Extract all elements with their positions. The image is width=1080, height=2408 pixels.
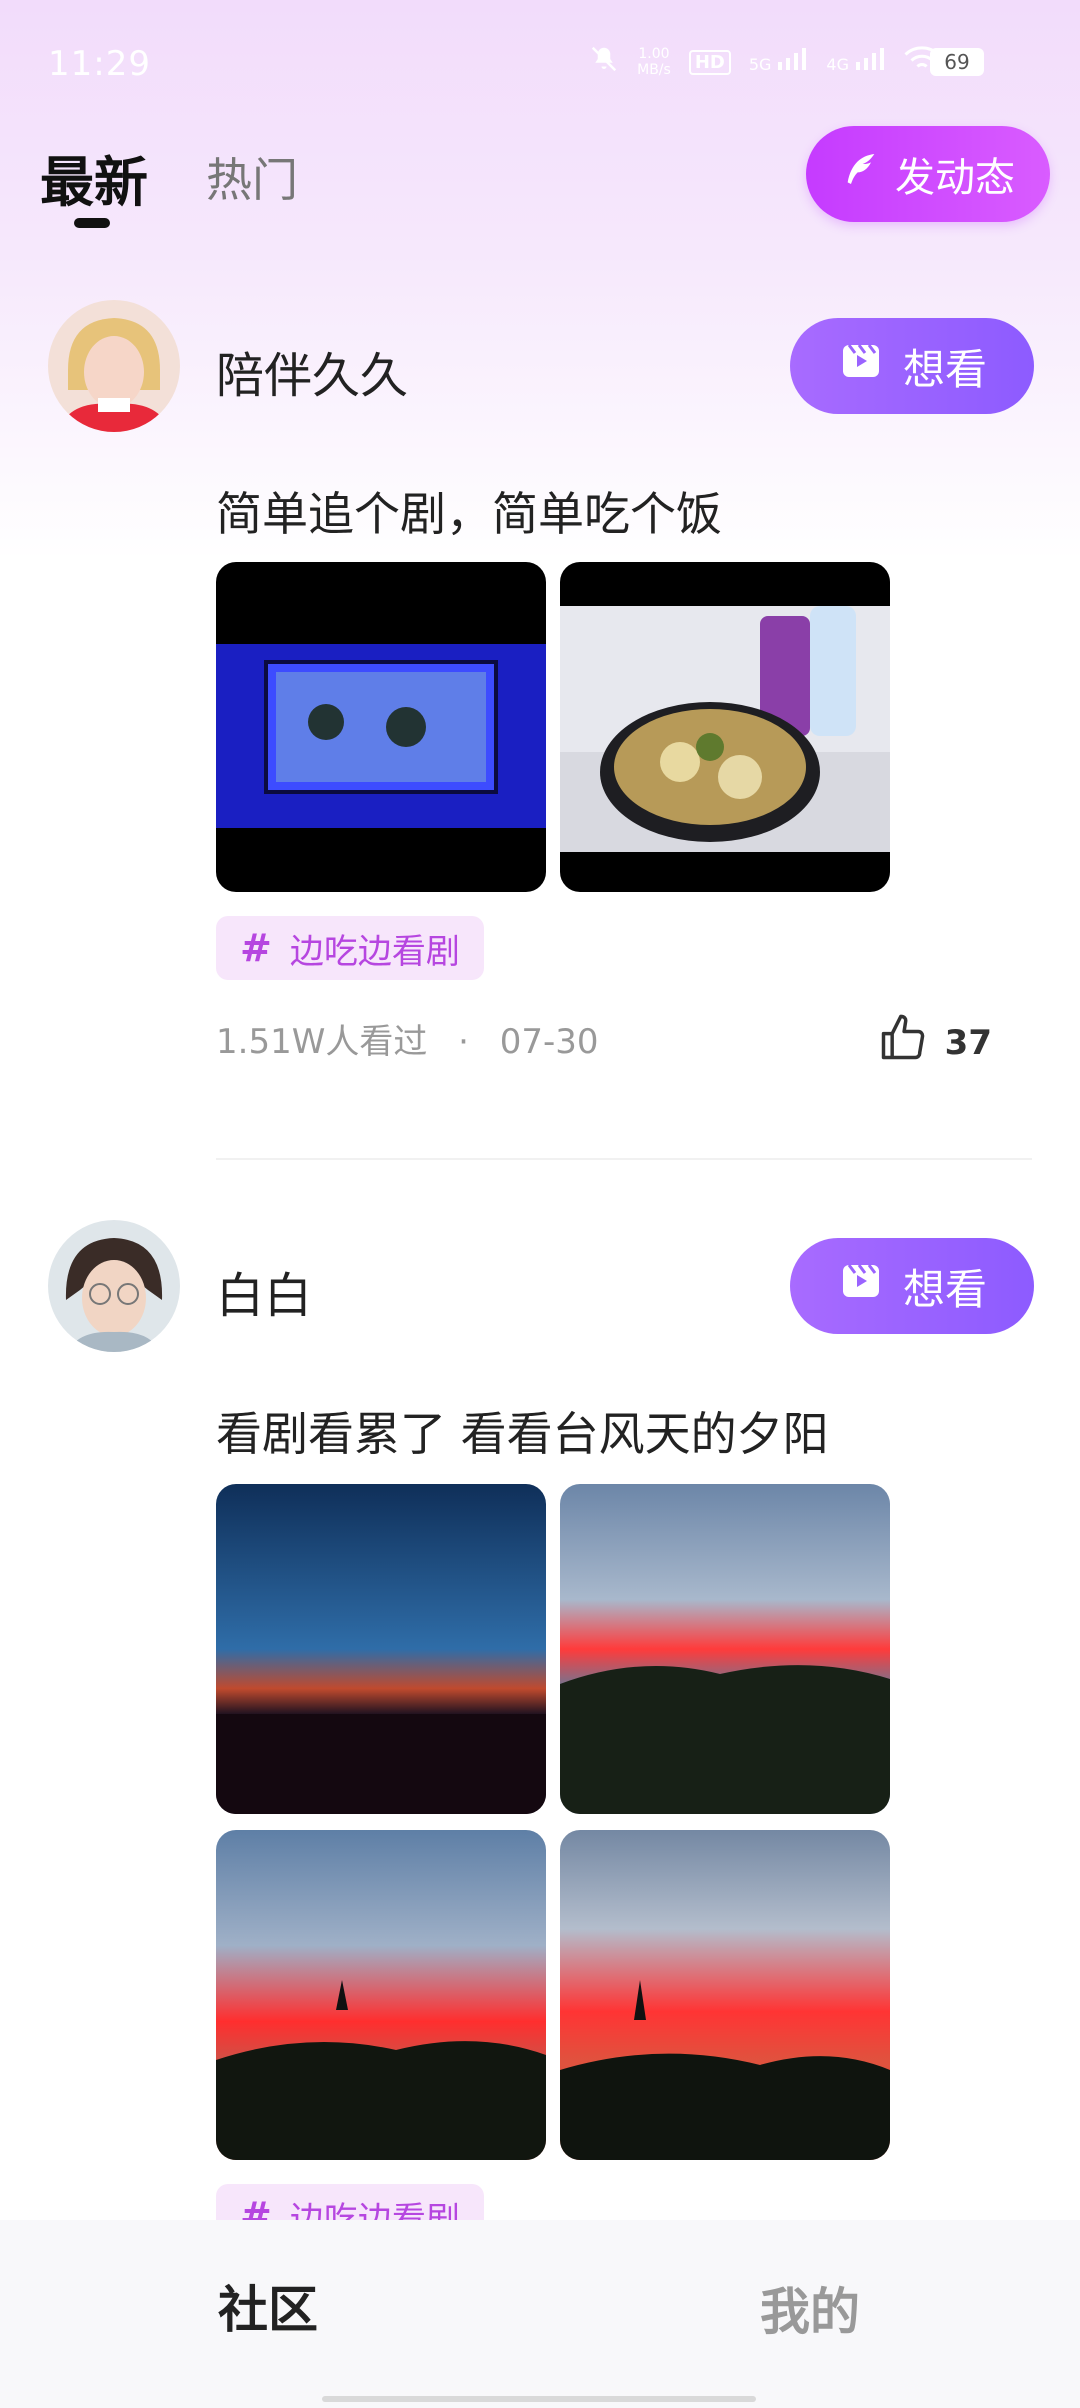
want-to-watch-button[interactable]: 想看 (790, 318, 1034, 414)
net-speed: 1.00 MB/s (637, 46, 671, 78)
username[interactable]: 白白 (216, 1256, 312, 1326)
tab-latest[interactable]: 最新 (40, 138, 148, 217)
post-date: 07-30 (499, 1022, 599, 1062)
post-button-label: 发动态 (895, 155, 1015, 201)
meta-separator: · (458, 1022, 469, 1062)
hashtag-icon: # (240, 926, 272, 970)
post-button[interactable]: 发动态 (806, 126, 1050, 222)
username[interactable]: 陪伴久久 (216, 336, 408, 406)
bottom-nav: 社区 我的 (0, 2220, 1080, 2408)
avatar[interactable] (48, 1220, 180, 1352)
nav-mine[interactable]: 我的 (760, 2272, 860, 2344)
status-bar: 11:29 1.00 MB/s HD 5G 4G 69 (0, 0, 1080, 130)
want-to-watch-button[interactable]: 想看 (790, 1238, 1034, 1334)
signal-4g-icon: 4G (826, 48, 886, 76)
post-caption: 看剧看累了 看看台风天的夕阳 (216, 1407, 829, 1461)
net-speed-unit: MB/s (637, 62, 671, 78)
view-count: 1.51W人看过 (216, 1022, 428, 1062)
post-image-sunset[interactable] (560, 1484, 890, 1814)
post-meta: 1.51W人看过 · 07-30 (216, 1014, 599, 1063)
status-icons: 1.00 MB/s HD 5G 4G (589, 44, 940, 80)
net-speed-value: 1.00 (638, 46, 670, 62)
post-image-sunset[interactable] (216, 1484, 546, 1814)
feather-icon (841, 149, 881, 199)
tab-hot[interactable]: 热门 (206, 144, 298, 210)
post-divider (216, 1158, 1032, 1160)
avatar[interactable] (48, 300, 180, 432)
clapperboard-icon (837, 337, 885, 395)
want-button-label: 想看 (902, 344, 987, 394)
active-tab-indicator (74, 218, 110, 228)
battery-icon: 69 (930, 48, 984, 76)
sim1-label: 5G (748, 55, 772, 74)
like-button[interactable]: 37 (877, 1012, 992, 1073)
post-image-food[interactable] (560, 562, 890, 892)
like-count: 37 (944, 1022, 992, 1063)
clapperboard-icon (837, 1257, 885, 1315)
status-time: 11:29 (48, 44, 151, 84)
post-caption: 简单追个剧，简单吃个饭 (216, 487, 722, 541)
mute-icon (589, 44, 619, 80)
post-image-sunset[interactable] (216, 1830, 546, 2160)
post-image-tv[interactable] (216, 562, 546, 892)
post-image-sunset[interactable] (560, 1830, 890, 2160)
thumbs-up-icon (877, 1012, 929, 1073)
signal-5g-icon: 5G (749, 48, 809, 76)
sim2-label: 4G (826, 55, 849, 74)
topic-tag-label: 边吃边看剧 (289, 931, 460, 972)
nav-community[interactable]: 社区 (218, 2270, 318, 2342)
topic-tag[interactable]: # 边吃边看剧 (216, 916, 484, 980)
hd-icon: HD (688, 49, 731, 75)
want-button-label: 想看 (902, 1264, 987, 1314)
home-indicator[interactable] (322, 2396, 756, 2402)
